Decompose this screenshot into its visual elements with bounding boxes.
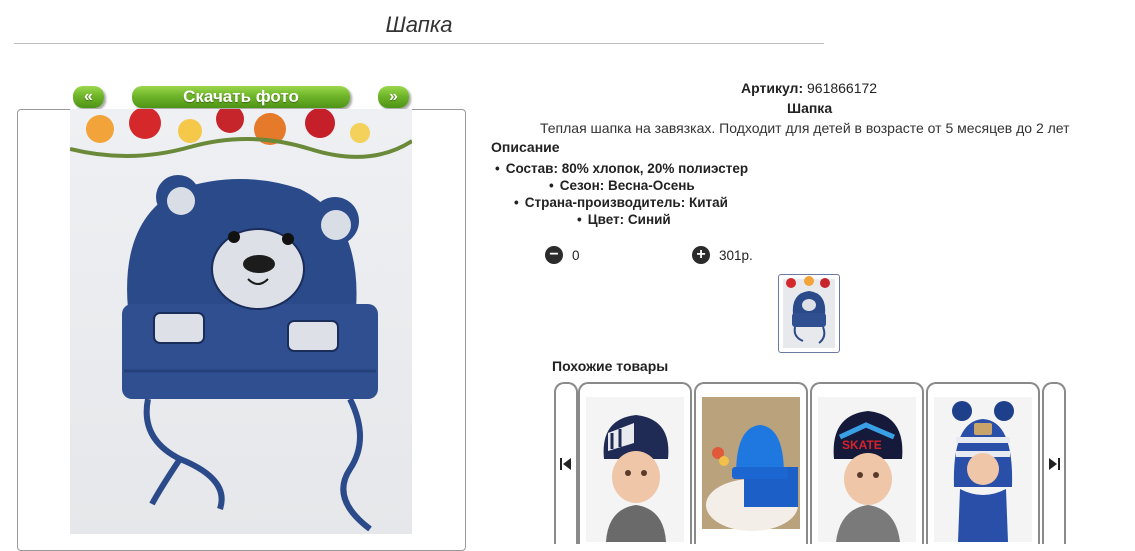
title-divider	[14, 43, 824, 44]
quantity-value: 0	[572, 248, 580, 263]
price-value: 301р.	[719, 248, 753, 263]
page-title: Шапка	[385, 12, 453, 37]
decrease-quantity-icon[interactable]: −	[545, 246, 563, 264]
product-description: Теплая шапка на завязках. Подходит для д…	[540, 120, 1070, 136]
sku-value: 961866172	[807, 80, 878, 96]
similar-product-card[interactable]	[694, 382, 808, 544]
property-country: Страна-производитель: Китай	[514, 195, 728, 210]
increase-quantity-icon[interactable]: +	[692, 246, 710, 264]
description-heading: Описание	[491, 139, 560, 155]
next-photo-button[interactable]: »	[378, 86, 409, 108]
skip-forward-icon	[1049, 458, 1060, 470]
skip-back-icon	[560, 458, 571, 470]
similar-product-card[interactable]: SKATE	[810, 382, 924, 544]
prev-photo-button[interactable]: «	[73, 86, 104, 108]
skate-label: SKATE	[842, 438, 882, 452]
product-photo[interactable]	[70, 109, 412, 534]
property-season: Сезон: Весна-Осень	[549, 178, 695, 193]
property-color: Цвет: Синий	[577, 212, 671, 227]
similar-product-card[interactable]	[926, 382, 1040, 544]
product-name: Шапка	[787, 100, 833, 116]
carousel-prev-button[interactable]	[554, 382, 578, 544]
photo-thumbnail[interactable]	[778, 274, 840, 353]
carousel-next-button[interactable]	[1042, 382, 1066, 544]
sku-label: Артикул:	[741, 80, 804, 96]
similar-product-card[interactable]	[578, 382, 692, 544]
property-composition: Состав: 80% хлопок, 20% полиэстер	[495, 161, 748, 176]
download-photo-button[interactable]: Скачать фото	[132, 86, 350, 108]
similar-products-heading: Похожие товары	[552, 358, 669, 374]
sku-line: Артикул: 961866172	[741, 80, 877, 96]
